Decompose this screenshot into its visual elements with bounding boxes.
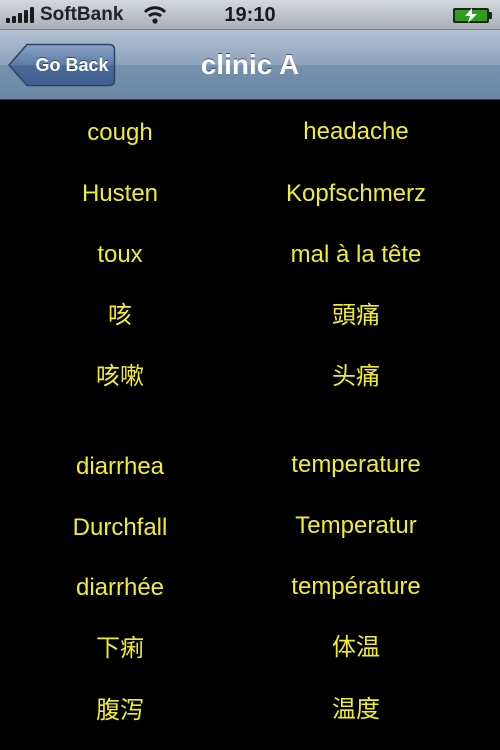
word-cell: temperature <box>291 451 421 478</box>
word-cell: diarrhée <box>75 574 165 601</box>
status-bar: SoftBank 19:10 <box>0 0 500 30</box>
word-cell: cough <box>87 119 153 146</box>
battery-tip <box>489 12 492 19</box>
word-cell: 咳 <box>108 302 132 329</box>
word-cell: toux <box>97 241 143 268</box>
word-cell: mal à la tête <box>290 241 422 268</box>
word-cell: 头痛 <box>332 363 380 390</box>
word-cell: 体温 <box>332 634 380 661</box>
word-cell: Temperatur <box>295 512 417 539</box>
word-cell: 腹泻 <box>96 697 144 724</box>
word-cell: 下痢 <box>96 635 144 662</box>
clock-time: 19:10 <box>224 4 276 26</box>
word-cell: Durchfall <box>72 514 168 541</box>
word-cell: 頭痛 <box>332 302 380 329</box>
word-cell: 温度 <box>332 696 380 723</box>
word-cell: température <box>291 573 421 600</box>
word-cell: diarrhea <box>75 453 165 480</box>
word-cell: Kopfschmerz <box>285 180 427 207</box>
translation-list: cough headache Husten Kopfschmerz toux m… <box>0 100 500 750</box>
page-title: clinic A <box>200 49 300 80</box>
word-cell: 咳嗽 <box>96 363 144 390</box>
charging-bolt-icon <box>465 8 477 23</box>
word-cell: Husten <box>81 180 159 207</box>
word-cell: headache <box>303 118 409 145</box>
